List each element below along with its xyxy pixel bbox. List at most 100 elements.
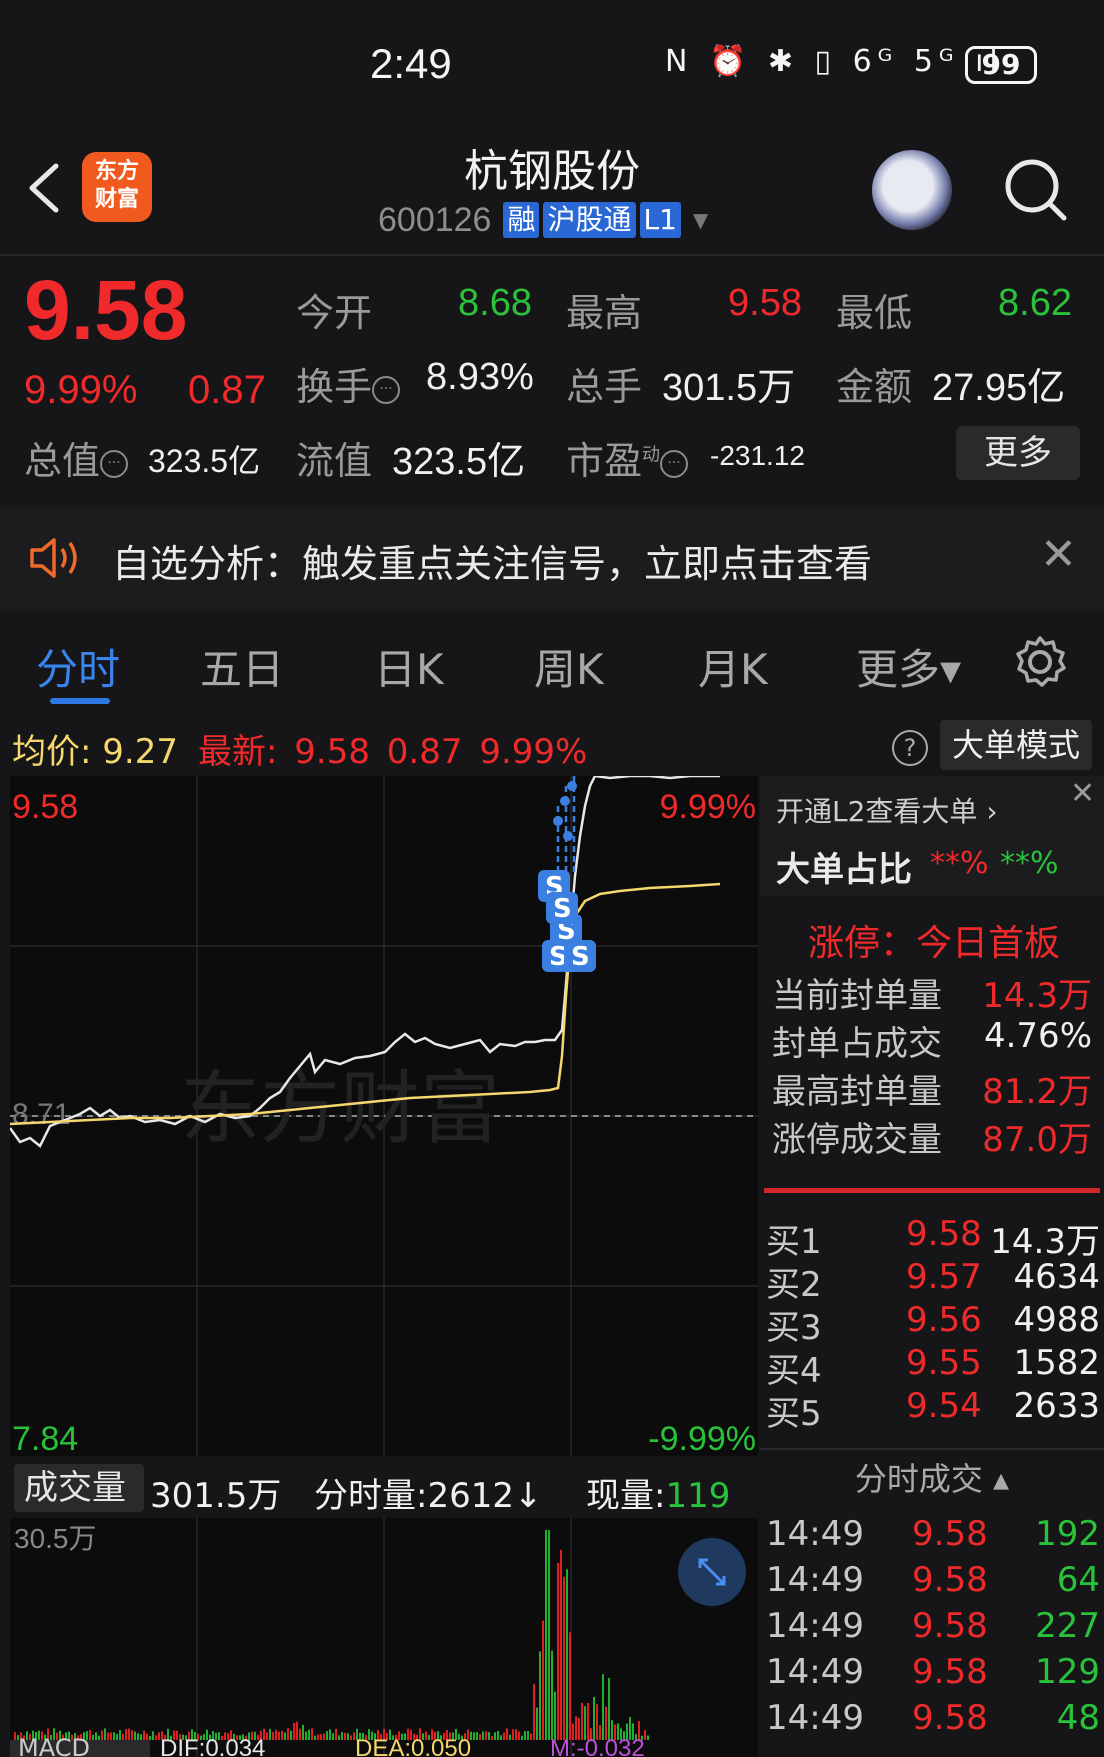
y-top-label: 9.58 bbox=[12, 788, 78, 826]
right-panel: 开通L2查看大单 › ✕ 大单占比 **% **% 涨停：今日首板 当前封单量 1… bbox=[760, 776, 1104, 1757]
tab-daily-k[interactable]: 日K bbox=[374, 636, 444, 697]
volume-bar bbox=[527, 1730, 529, 1740]
tab-monthly-k[interactable]: 月K bbox=[698, 636, 768, 697]
robot-assistant-icon[interactable] bbox=[872, 150, 952, 230]
minute-volume: 分时量:2612↓ bbox=[314, 1476, 543, 1516]
volume-bar bbox=[503, 1732, 505, 1740]
status-icons: N ⏰ ✱ ▯ 6ᴳ 5ᴳ ıl bbox=[665, 44, 1004, 79]
volume-bar bbox=[602, 1674, 604, 1740]
seal-label: 当前封单量 bbox=[772, 976, 942, 1016]
tab-more[interactable]: 更多▾ bbox=[856, 636, 961, 697]
settings-button[interactable] bbox=[1012, 634, 1068, 690]
info-icon[interactable]: ··· bbox=[660, 449, 689, 478]
stock-sub[interactable]: 600126 融 沪股通 L1 ▼ bbox=[378, 200, 708, 240]
info-icon[interactable]: ··· bbox=[372, 375, 401, 404]
high-value: 9.58 bbox=[728, 282, 802, 324]
volume-bar bbox=[551, 1650, 553, 1740]
volume-bar bbox=[275, 1729, 277, 1740]
volume-bar bbox=[308, 1729, 310, 1740]
volume-bar bbox=[287, 1728, 289, 1740]
big-order-mode-button[interactable]: 大单模式 bbox=[940, 720, 1092, 770]
volume-bar bbox=[521, 1735, 523, 1740]
tick-price: 9.58 bbox=[912, 1560, 988, 1600]
volume-bar bbox=[344, 1732, 346, 1740]
tag-margin: 融 bbox=[503, 202, 540, 238]
bid-label: 买3 bbox=[766, 1308, 822, 1348]
volume-bar bbox=[515, 1729, 517, 1740]
tick-time: 14:49 bbox=[766, 1698, 864, 1738]
volume-bar bbox=[98, 1735, 100, 1740]
speaker-icon bbox=[28, 535, 84, 581]
l2-promo[interactable]: 开通L2查看大单 › ✕ 大单占比 **% **% bbox=[760, 776, 1104, 896]
help-icon[interactable]: ? bbox=[892, 730, 928, 766]
volume-bar bbox=[338, 1735, 340, 1740]
tick-volume: 227 bbox=[1035, 1606, 1100, 1646]
volume-bar bbox=[143, 1730, 145, 1740]
info-icon[interactable]: ··· bbox=[100, 449, 129, 478]
seal-value: 81.2万 bbox=[982, 1072, 1092, 1112]
volume-chart[interactable]: 30.5万 MACD DIF:0.034 DEA:0.050 M:-0.032 bbox=[10, 1518, 758, 1757]
bid-label: 买4 bbox=[766, 1351, 822, 1391]
tab-intraday[interactable]: 分时 bbox=[36, 636, 120, 697]
ticks-header[interactable]: 分时成交 ▴ bbox=[760, 1454, 1104, 1500]
tab-weekly-k[interactable]: 周K bbox=[534, 636, 604, 697]
tag-connect: 沪股通 bbox=[543, 202, 636, 238]
pe-label-text: 市盈 bbox=[566, 439, 643, 483]
volume-bar bbox=[131, 1730, 133, 1740]
tick-price: 9.58 bbox=[912, 1514, 988, 1554]
volume-bar bbox=[299, 1728, 301, 1740]
volume-bar bbox=[152, 1731, 154, 1740]
indicator-selector[interactable]: 成交量 ▼ bbox=[14, 1464, 144, 1558]
volume-bar bbox=[92, 1734, 94, 1740]
pe-label: 市盈动 ··· bbox=[566, 430, 689, 485]
close-icon[interactable]: ✕ bbox=[1040, 529, 1077, 580]
volume-bar bbox=[488, 1732, 490, 1740]
volume-bar bbox=[314, 1735, 316, 1740]
volume-bar bbox=[305, 1731, 307, 1740]
bid-volume: 4988 bbox=[1013, 1300, 1100, 1340]
volume-bar bbox=[137, 1733, 139, 1740]
close-icon[interactable]: ✕ bbox=[1070, 776, 1095, 811]
volume-bar bbox=[149, 1735, 151, 1740]
volume-bar bbox=[104, 1728, 106, 1740]
tab-five-day[interactable]: 五日 bbox=[200, 636, 284, 697]
l2-link[interactable]: 开通L2查看大单 › bbox=[776, 790, 998, 830]
watermark: 东方财富 bbox=[180, 1062, 500, 1155]
change-amount: 0.87 bbox=[188, 368, 266, 412]
chart-info-row: 均价: 9.27 最新: 9.58 0.87 9.99% ? 大单模式 bbox=[0, 712, 1104, 776]
volume-bar bbox=[479, 1734, 481, 1740]
bid-price: 9.54 bbox=[906, 1386, 982, 1426]
seal-value: 87.0万 bbox=[982, 1120, 1092, 1160]
volume-bar bbox=[332, 1733, 334, 1740]
bid-volume: 1582 bbox=[1013, 1343, 1100, 1383]
volume-bar bbox=[482, 1731, 484, 1740]
tick-volume: 192 bbox=[1035, 1514, 1100, 1554]
volume-bar bbox=[269, 1728, 271, 1740]
search-button[interactable] bbox=[1000, 150, 1070, 230]
tick-volume: 64 bbox=[1056, 1560, 1100, 1600]
volume-bar bbox=[14, 1732, 16, 1740]
battery-icon: 99 bbox=[965, 46, 1037, 84]
indicator-selector-label: 成交量 bbox=[24, 1468, 126, 1508]
tag-level: L1 bbox=[639, 202, 681, 238]
volume-bar bbox=[107, 1732, 109, 1740]
quote-area[interactable]: 9.58 9.99% 0.87 今开 8.68 最高 9.58 最低 8.62 … bbox=[0, 256, 1104, 504]
volume-bar bbox=[497, 1731, 499, 1740]
notice-bar[interactable]: 自选分析：触发重点关注信号，立即点击查看 ✕ bbox=[0, 505, 1104, 609]
volume-bar bbox=[509, 1734, 511, 1740]
volume-bar bbox=[524, 1731, 526, 1740]
bid-volume: 2633 bbox=[1013, 1386, 1100, 1426]
volume-bar bbox=[128, 1728, 130, 1740]
bid-price: 9.55 bbox=[906, 1343, 982, 1383]
volume-bar bbox=[347, 1733, 349, 1740]
open-value: 8.68 bbox=[458, 282, 532, 324]
volume-bar bbox=[530, 1733, 532, 1740]
price-chart[interactable]: 东方财富 9.58 7.84 8.71 9.99% -9.99% S S S S… bbox=[8, 774, 758, 1458]
volume-bar bbox=[329, 1729, 331, 1740]
gear-icon bbox=[1016, 636, 1066, 687]
more-button[interactable]: 更多 bbox=[956, 426, 1080, 480]
tick-volume: 129 bbox=[1035, 1652, 1100, 1692]
float-label: 流值 bbox=[296, 439, 373, 483]
tick-time: 14:49 bbox=[766, 1514, 864, 1554]
bid-volume: 14.3万 bbox=[990, 1222, 1100, 1262]
